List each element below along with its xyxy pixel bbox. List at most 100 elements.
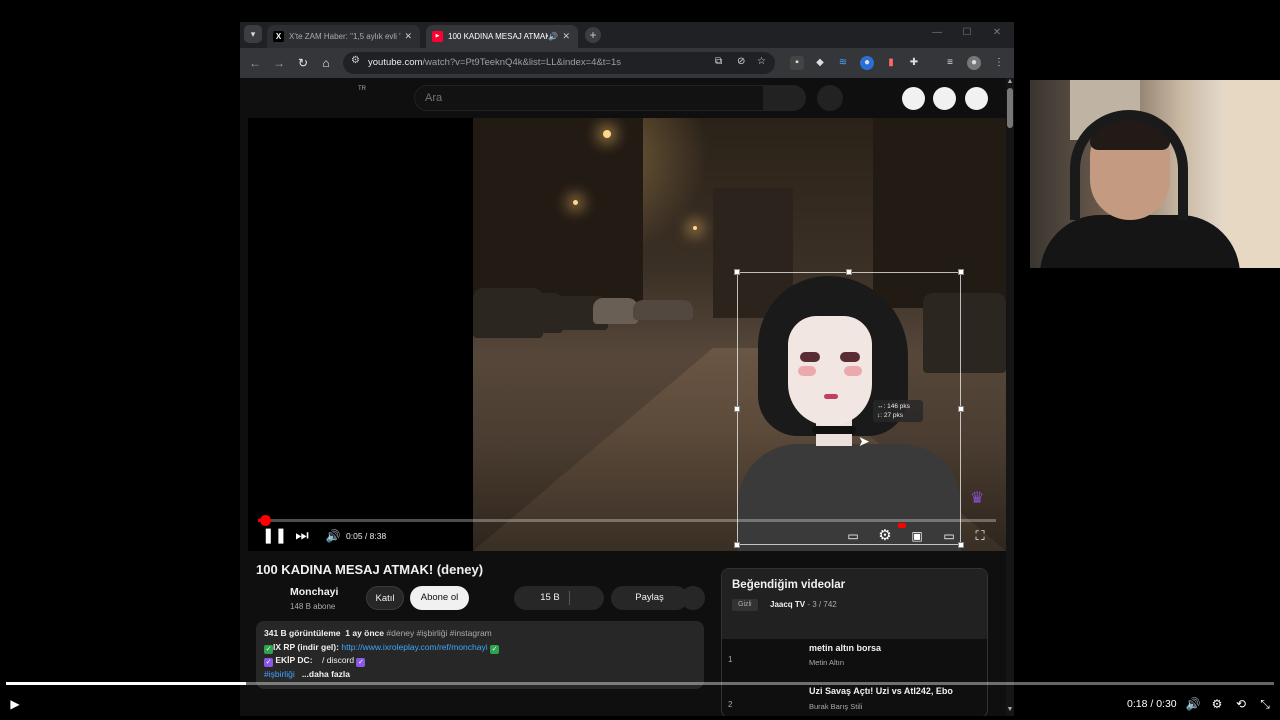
extensions-puzzle-icon[interactable]: ✚ (907, 56, 921, 70)
eye-off-icon[interactable]: ⊘ (737, 56, 745, 67)
settings-gear-icon[interactable]: ⚙ (875, 527, 895, 545)
tab-youtube-video[interactable]: ▶ 100 KADINA MESAJ ATMAK! 🔊 ✕ (426, 25, 578, 48)
description-hashtags[interactable]: #deney #işbirliği #instagram (386, 628, 491, 638)
notifications-button[interactable] (933, 87, 956, 110)
play-icon[interactable]: ▶ (7, 696, 23, 712)
fullscreen-icon[interactable]: ⛶ (970, 527, 990, 545)
bookmark-star-icon[interactable]: ☆ (757, 56, 766, 67)
parked-car (633, 300, 693, 320)
more-actions-button[interactable] (681, 586, 705, 610)
outer-time: 0:18 / 0:30 (1127, 698, 1177, 710)
back-arrow-icon[interactable]: ← (246, 54, 264, 72)
cast-icon[interactable]: ⧉ (715, 56, 722, 67)
close-icon[interactable]: ✕ (404, 25, 412, 48)
resize-selection-box[interactable] (737, 272, 961, 545)
new-tab-button[interactable]: + (585, 27, 601, 43)
next-icon[interactable]: ⏭ (293, 527, 311, 545)
playlist-title[interactable]: Beğendiğim videolar (732, 579, 845, 591)
address-bar[interactable]: ⚙ youtube.com/watch?v=Pt9TeeknQ4k&list=L… (343, 52, 775, 74)
description-meta: 341 B görüntüleme 1 ay önce #deney #işbi… (264, 628, 492, 638)
profile-avatar-icon[interactable]: ● (967, 56, 981, 70)
extension-diamond-icon[interactable]: ◆ (813, 56, 827, 70)
tab-label: X'te ZAM Haber: "1,5 aylık evli " (289, 32, 401, 41)
maximize-icon[interactable]: ☐ (958, 27, 976, 38)
outer-progress-fill (6, 682, 246, 685)
search-box[interactable] (414, 85, 764, 111)
tab-x-post[interactable]: X X'te ZAM Haber: "1,5 aylık evli " ✕ (267, 25, 420, 48)
loop-icon[interactable]: ⟲ (1233, 696, 1249, 712)
extension-blue-icon[interactable]: ● (860, 56, 874, 70)
webcam-feed (1030, 80, 1280, 268)
video-frame[interactable]: ↔: 146 pks ↕: 27 pks ➤ ♛ (473, 118, 1006, 551)
youtube-page: TR Ara ↔: 146 pks ↕: 27 pks ➤ ♛ ❚❚ ⏭ 🔊 0… (240, 78, 1014, 716)
browser-toolbar: ← → ↻ ⌂ ⚙ youtube.com/watch?v=Pt9TeeknQ4… (240, 48, 1014, 78)
scroll-up-icon[interactable]: ▲ (1006, 78, 1014, 85)
check-icon: ✓ (264, 658, 273, 667)
extension-red-icon[interactable]: ▮ (884, 56, 898, 70)
extension-screen-icon[interactable]: ▪ (790, 56, 804, 70)
subscribe-button[interactable]: Abone ol (410, 586, 469, 610)
like-button[interactable]: 15 B (514, 586, 604, 610)
create-button[interactable] (902, 87, 925, 110)
voice-search-button[interactable] (817, 85, 843, 111)
playlist-item-title[interactable]: metin altın borsa (809, 643, 881, 653)
close-icon[interactable]: ✕ (562, 25, 570, 48)
window-close-icon[interactable]: ✕ (988, 27, 1006, 38)
subtitles-icon[interactable]: ▭ (843, 527, 863, 545)
site-settings-icon[interactable]: ⚙ (351, 55, 360, 66)
scroll-down-icon[interactable]: ▼ (1006, 706, 1014, 713)
playlist-owner: Jaacq TV - 3 / 742 (770, 600, 837, 609)
video-progress-bar[interactable] (258, 515, 996, 526)
share-button[interactable]: Paylaş (611, 586, 688, 610)
youtube-header: TR (240, 78, 1006, 118)
settings-gear-icon[interactable]: ⚙ (1209, 696, 1225, 712)
scrollbar-thumb[interactable] (1007, 88, 1013, 128)
url-text[interactable]: youtube.com/watch?v=Pt9TeeknQ4k&list=LL&… (368, 57, 621, 68)
video-time: 0:05 / 8:38 (346, 531, 387, 541)
headphones-icon (1070, 110, 1188, 220)
resize-handle[interactable] (958, 406, 964, 412)
street-lamp (573, 200, 578, 205)
search-input[interactable] (425, 92, 745, 104)
channel-watermark-icon[interactable]: ♛ (970, 488, 984, 508)
extension-wave-icon[interactable]: ≋ (836, 56, 850, 70)
video-progress-scrubber[interactable] (260, 515, 272, 526)
volume-icon[interactable]: 🔊 (1185, 696, 1201, 712)
description-link[interactable]: http://www.ixroleplay.com/ref/monchayi (341, 642, 487, 652)
video-description[interactable]: 341 B görüntüleme 1 ay önce #deney #işbi… (256, 621, 704, 689)
street-lamp (693, 226, 697, 230)
home-icon[interactable]: ⌂ (317, 54, 335, 72)
resize-handle[interactable] (734, 406, 740, 412)
pause-icon[interactable]: ❚❚ (262, 527, 287, 545)
speaker-icon[interactable]: 🔊 (548, 25, 558, 48)
exit-fullscreen-icon[interactable]: ⤡ (1257, 696, 1273, 712)
forward-arrow-icon[interactable]: → (270, 54, 288, 72)
kebab-menu-icon[interactable]: ⋮ (992, 56, 1006, 70)
reload-icon[interactable]: ↻ (294, 54, 312, 72)
stream-stage: ▾ X X'te ZAM Haber: "1,5 aylık evli " ✕ … (0, 0, 1280, 720)
volume-icon[interactable]: 🔊 (324, 527, 342, 545)
join-button[interactable]: Katıl (366, 586, 404, 610)
page-scrollbar[interactable]: ▲ ▼ (1006, 78, 1014, 716)
miniplayer-icon[interactable]: ▣ (907, 527, 927, 545)
resize-size-tooltip: ↔: 146 pks ↕: 27 pks (873, 400, 923, 422)
show-more-link[interactable]: ...daha fazla (302, 669, 350, 679)
tab-search-button[interactable]: ▾ (244, 25, 262, 43)
account-avatar[interactable] (965, 87, 988, 110)
media-control-icon[interactable]: ≡ (943, 56, 957, 70)
resize-handle[interactable] (734, 542, 740, 548)
like-dislike-divider (569, 591, 570, 605)
outer-progress-bar[interactable] (6, 682, 1274, 685)
mouse-cursor-icon: ➤ (858, 433, 870, 449)
search-button[interactable] (764, 85, 806, 111)
resize-handle[interactable] (734, 269, 740, 275)
resize-handle[interactable] (958, 269, 964, 275)
minimize-icon[interactable]: — (928, 27, 946, 38)
playlist-item-title[interactable]: Uzi Savaş Açtı! Uzi vs Atl242, Ebo (809, 686, 953, 696)
theater-mode-icon[interactable]: ▭ (939, 527, 959, 545)
url-host: youtube.com (368, 57, 423, 68)
resize-handle[interactable] (846, 269, 852, 275)
video-player[interactable]: ↔: 146 pks ↕: 27 pks ➤ ♛ ❚❚ ⏭ 🔊 0:05 / 8… (248, 118, 1006, 551)
channel-name[interactable]: Monchayi (290, 586, 338, 598)
playlist-panel: Beğendiğim videolar Gizli Jaacq TV - 3 /… (721, 568, 988, 716)
